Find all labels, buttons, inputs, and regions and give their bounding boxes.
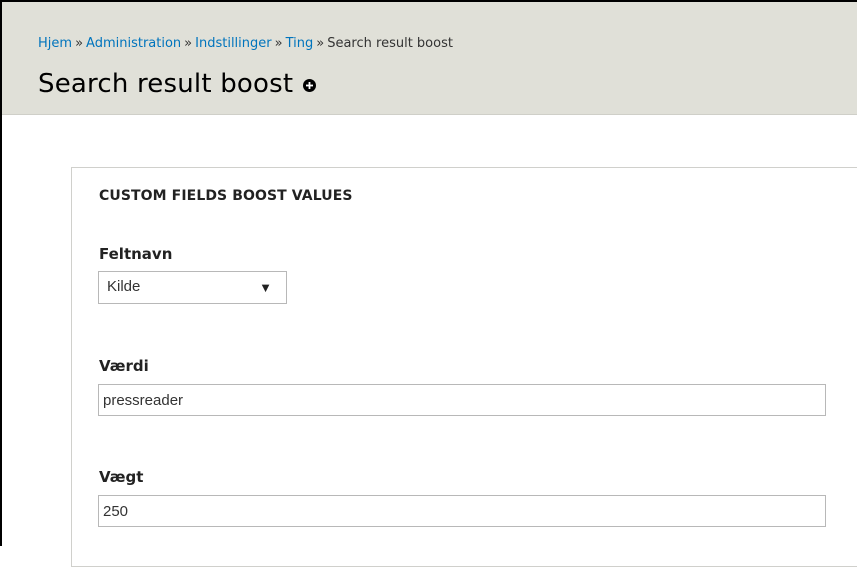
plus-circle-icon[interactable] <box>303 69 317 99</box>
chevron-down-icon: ▼ <box>259 280 272 295</box>
breadcrumb-separator: » <box>274 36 283 51</box>
page-header: Hjem» Administration» Indstillinger» Ting» S… <box>2 2 857 115</box>
breadcrumb-separator: » <box>75 36 84 51</box>
custom-fields-fieldset: CUSTOM FIELDS BOOST VALUES Feltnavn Kild… <box>71 167 857 567</box>
breadcrumb-separator: » <box>184 36 193 51</box>
value-label: Værdi <box>99 357 149 375</box>
weight-input[interactable] <box>98 495 826 527</box>
fieldset-legend: CUSTOM FIELDS BOOST VALUES <box>99 188 353 204</box>
field-name-selected-value: Kilde <box>107 278 141 295</box>
page-title: Search result boost <box>38 69 294 99</box>
page-title-block: Search result boost <box>38 69 317 100</box>
breadcrumb-link-home[interactable]: Hjem <box>38 36 72 51</box>
breadcrumb-current: Search result boost <box>327 36 453 51</box>
weight-label: Vægt <box>99 468 144 486</box>
field-name-label: Feltnavn <box>99 245 173 263</box>
breadcrumb-separator: » <box>316 36 325 51</box>
breadcrumb-link-settings[interactable]: Indstillinger <box>195 36 271 51</box>
breadcrumb-link-administration[interactable]: Administration <box>86 36 181 51</box>
value-input[interactable] <box>98 384 826 416</box>
field-name-select[interactable]: Kilde ▼ <box>98 271 287 304</box>
breadcrumb-link-ting[interactable]: Ting <box>286 36 314 51</box>
breadcrumb: Hjem» Administration» Indstillinger» Ting» S… <box>38 36 453 51</box>
